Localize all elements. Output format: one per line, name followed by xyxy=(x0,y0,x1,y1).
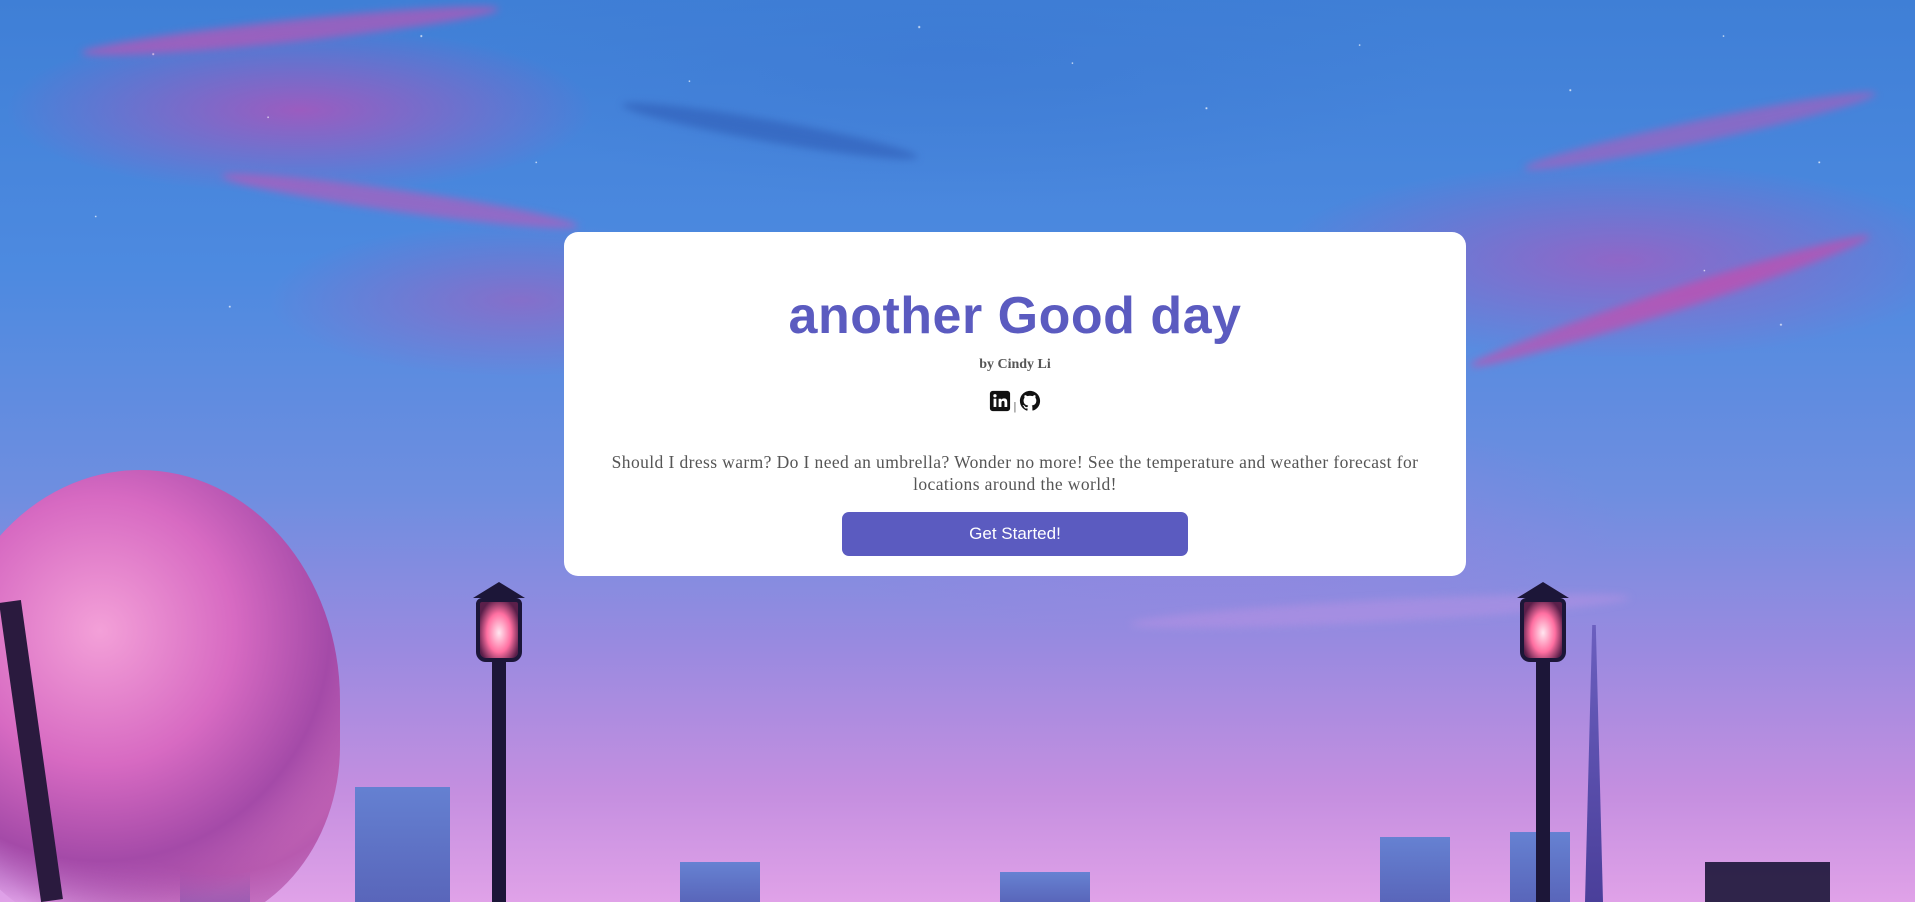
street-lamp-light xyxy=(476,598,522,662)
city-building xyxy=(1705,862,1830,902)
social-links: | xyxy=(564,390,1466,412)
street-lamp-cap xyxy=(1517,582,1569,598)
street-lamp-cap xyxy=(473,582,525,598)
city-building xyxy=(1380,837,1450,902)
page-title: another Good day xyxy=(788,287,1242,345)
city-building xyxy=(680,862,760,902)
get-started-button[interactable]: Get Started! xyxy=(842,512,1188,556)
social-separator: | xyxy=(1013,399,1017,413)
github-icon[interactable] xyxy=(1019,390,1041,412)
author-byline: by Cindy Li xyxy=(979,357,1051,372)
city-building xyxy=(1000,872,1090,902)
hero-card: another Good day by Cindy Li | Should I … xyxy=(564,232,1466,576)
city-building xyxy=(355,787,450,902)
linkedin-icon[interactable] xyxy=(989,390,1011,412)
street-lamp-post xyxy=(492,662,506,902)
street-lamp-post xyxy=(1536,662,1550,902)
street-lamp-light xyxy=(1520,598,1566,662)
app-description: Should I dress warm? Do I need an umbrel… xyxy=(611,451,1419,494)
